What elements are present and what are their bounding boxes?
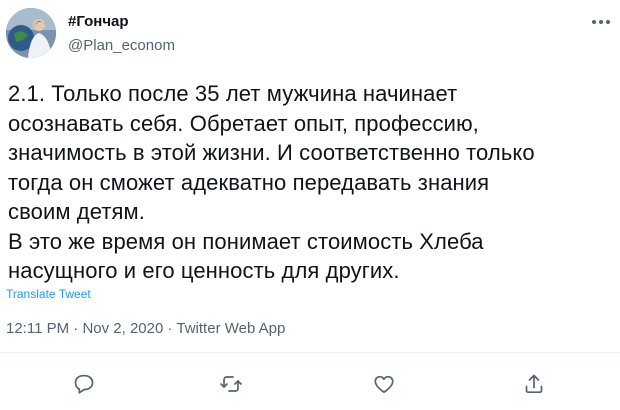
like-icon[interactable]: [372, 372, 396, 396]
tweet-source-link[interactable]: Twitter Web App: [176, 320, 285, 337]
tweet-card: #Гончар @Plan_econom 2.1. Только после 3…: [0, 0, 620, 410]
tweet-text: 2.1. Только после 35 лет мужчина начинае…: [8, 79, 608, 286]
author-name[interactable]: #Гончар: [68, 13, 129, 31]
author-handle[interactable]: @Plan_econom: [68, 37, 175, 55]
tweet-text-line: 2.1. Только после 35 лет мужчина начинае…: [8, 81, 458, 106]
divider: [0, 352, 620, 353]
more-icon[interactable]: [590, 14, 612, 30]
tweet-date: Nov 2, 2020: [82, 320, 164, 337]
tweet-metadata: 12:11 PM · Nov 2, 2020 · Twitter Web App: [6, 320, 285, 338]
translate-tweet-link[interactable]: Translate Tweet: [6, 287, 91, 301]
separator: ·: [163, 320, 177, 337]
avatar[interactable]: [6, 8, 56, 58]
tweet-time-link[interactable]: 12:11 PM · Nov 2, 2020: [6, 320, 163, 337]
tweet-time: 12:11 PM: [6, 320, 70, 337]
tweet-text-line: В это же время он понимает стоимость Хле…: [8, 228, 484, 254]
reply-icon[interactable]: [72, 372, 96, 396]
tweet-text-line: значимость в этой жизни. И соответственн…: [8, 140, 535, 165]
retweet-icon[interactable]: [219, 372, 243, 396]
share-icon[interactable]: [522, 372, 546, 396]
tweet-text-line: насущного и его ценность для других.: [8, 258, 400, 283]
tweet-text-line: осознавать себя. Обретает опыт, професси…: [8, 110, 479, 136]
avatar-image: [6, 8, 56, 58]
separator: ·: [69, 320, 83, 337]
tweet-text-line: своим детям.: [8, 199, 145, 224]
tweet-text-line: тогда он сможет адекватно передавать зна…: [8, 169, 490, 195]
